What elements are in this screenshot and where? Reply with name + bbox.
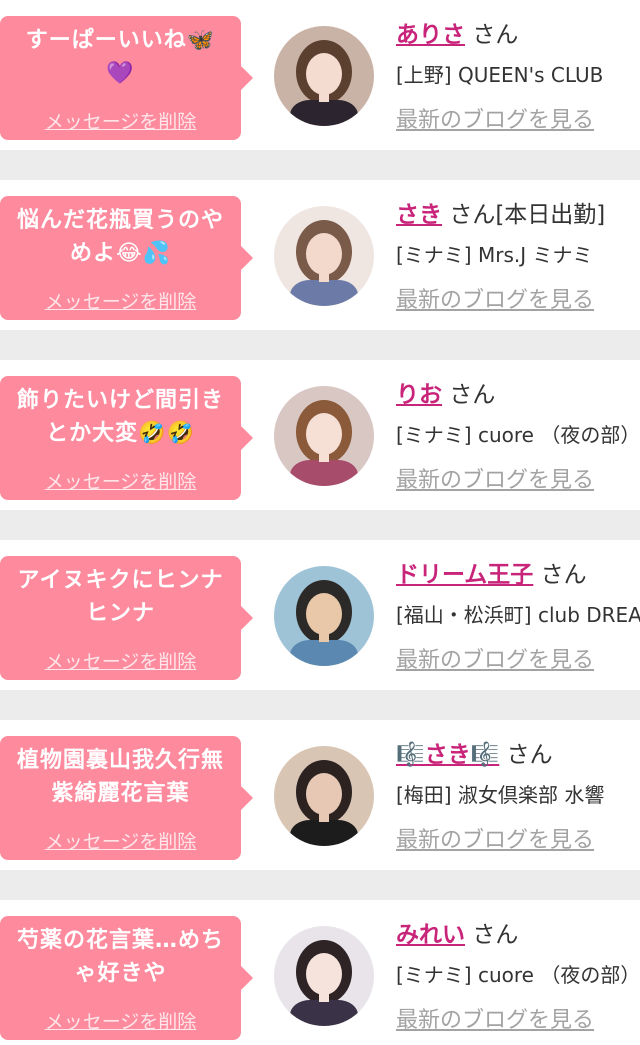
cast-honorific: さん [540, 562, 587, 588]
message-text: アイヌキクにヒンナ ヒンナ [17, 568, 224, 626]
message-card: 飾りたいけど間引き とか大変🤣🤣 メッセージを削除 りお さん [ミナミ] cu… [0, 360, 640, 510]
cast-name-line: さき さん[本日出勤] [396, 199, 605, 231]
delete-message-link[interactable]: メッセージを削除 [0, 647, 241, 674]
cast-name-line: りお さん [396, 379, 495, 411]
avatar-photo-icon [274, 206, 374, 306]
message-card: アイヌキクにヒンナ ヒンナ メッセージを削除 ドリーム王子 さん [福山・松浜町… [0, 540, 640, 690]
latest-blog-link[interactable]: 最新のブログを見る [396, 1006, 594, 1036]
message-bubble: すーぱーいいね🦋 💜 メッセージを削除 [0, 16, 253, 140]
cast-honorific: さん[本日出勤] [449, 202, 606, 228]
cast-honorific: さん [506, 742, 553, 768]
delete-message-link[interactable]: メッセージを削除 [0, 1007, 241, 1034]
message-bubble: アイヌキクにヒンナ ヒンナ メッセージを削除 [0, 556, 253, 680]
avatar-photo-icon [274, 26, 374, 126]
delete-message-link[interactable]: メッセージを削除 [0, 467, 241, 494]
message-bubble: 飾りたいけど間引き とか大変🤣🤣 メッセージを削除 [0, 376, 253, 500]
shop-name: [ミナミ] cuore （夜の部） [396, 423, 640, 447]
message-bubble: 悩んだ花瓶買うのや めよ😂💦 メッセージを削除 [0, 196, 253, 320]
message-card: 芍薬の花言葉…めち ゃ好きや メッセージを削除 みれい さん [ミナミ] cuo… [0, 900, 640, 1045]
message-text: すーぱーいいね🦋 💜 [25, 28, 216, 86]
message-text: 芍薬の花言葉…めち ゃ好きや [16, 928, 224, 986]
cast-name-link[interactable]: ありさ [396, 22, 465, 48]
cast-avatar[interactable] [274, 206, 374, 306]
message-feed: すーぱーいいね🦋 💜 メッセージを削除 ありさ さん [上野] QUEEN's … [0, 0, 640, 1045]
message-text: 飾りたいけど間引き とか大変🤣🤣 [16, 388, 224, 446]
shop-name: [上野] QUEEN's CLUB [396, 63, 604, 87]
cast-avatar[interactable] [274, 926, 374, 1026]
latest-blog-link[interactable]: 最新のブログを見る [396, 646, 594, 676]
cast-name-line: ありさ さん [396, 19, 518, 51]
shop-name: [梅田] 淑女倶楽部 水響 [396, 783, 605, 807]
avatar-photo-icon [274, 746, 374, 846]
cast-name-link[interactable]: さき [396, 202, 442, 228]
shop-name: [ミナミ] Mrs.J ミナミ [396, 243, 593, 267]
message-text: 悩んだ花瓶買うのや めよ😂💦 [16, 208, 224, 266]
message-bubble: 芍薬の花言葉…めち ゃ好きや メッセージを削除 [0, 916, 253, 1040]
latest-blog-link[interactable]: 最新のブログを見る [396, 106, 594, 136]
message-bubble: 植物園裏山我久行無 紫綺麗花言葉 メッセージを削除 [0, 736, 253, 860]
cast-name-link[interactable]: ドリーム王子 [396, 562, 533, 588]
avatar-photo-icon [274, 386, 374, 486]
cast-name-line: 🎼さき🎼 さん [396, 739, 553, 771]
latest-blog-link[interactable]: 最新のブログを見る [396, 286, 594, 316]
cast-avatar[interactable] [274, 26, 374, 126]
avatar-photo-icon [274, 566, 374, 666]
avatar-photo-icon [274, 926, 374, 1026]
cast-avatar[interactable] [274, 386, 374, 486]
latest-blog-link[interactable]: 最新のブログを見る [396, 466, 594, 496]
cast-name-line: みれい さん [396, 919, 518, 951]
cast-name-link[interactable]: みれい [396, 922, 465, 948]
cast-avatar[interactable] [274, 746, 374, 846]
shop-name: [ミナミ] cuore （夜の部） [396, 963, 640, 987]
cast-honorific: さん [472, 22, 519, 48]
shop-name: [福山・松浜町] club DREAM [396, 603, 640, 627]
cast-honorific: さん [472, 922, 519, 948]
message-card: すーぱーいいね🦋 💜 メッセージを削除 ありさ さん [上野] QUEEN's … [0, 0, 640, 150]
delete-message-link[interactable]: メッセージを削除 [0, 107, 241, 134]
cast-honorific: さん [449, 382, 496, 408]
latest-blog-link[interactable]: 最新のブログを見る [396, 826, 594, 856]
cast-name-link[interactable]: 🎼さき🎼 [396, 742, 499, 768]
cast-avatar[interactable] [274, 566, 374, 666]
delete-message-link[interactable]: メッセージを削除 [0, 827, 241, 854]
message-card: 植物園裏山我久行無 紫綺麗花言葉 メッセージを削除 🎼さき🎼 さん [梅田] 淑… [0, 720, 640, 870]
delete-message-link[interactable]: メッセージを削除 [0, 287, 241, 314]
message-card: 悩んだ花瓶買うのや めよ😂💦 メッセージを削除 さき さん[本日出勤] [ミナミ… [0, 180, 640, 330]
cast-name-link[interactable]: りお [396, 382, 442, 408]
cast-name-line: ドリーム王子 さん [396, 559, 587, 591]
message-text: 植物園裏山我久行無 紫綺麗花言葉 [16, 748, 224, 806]
